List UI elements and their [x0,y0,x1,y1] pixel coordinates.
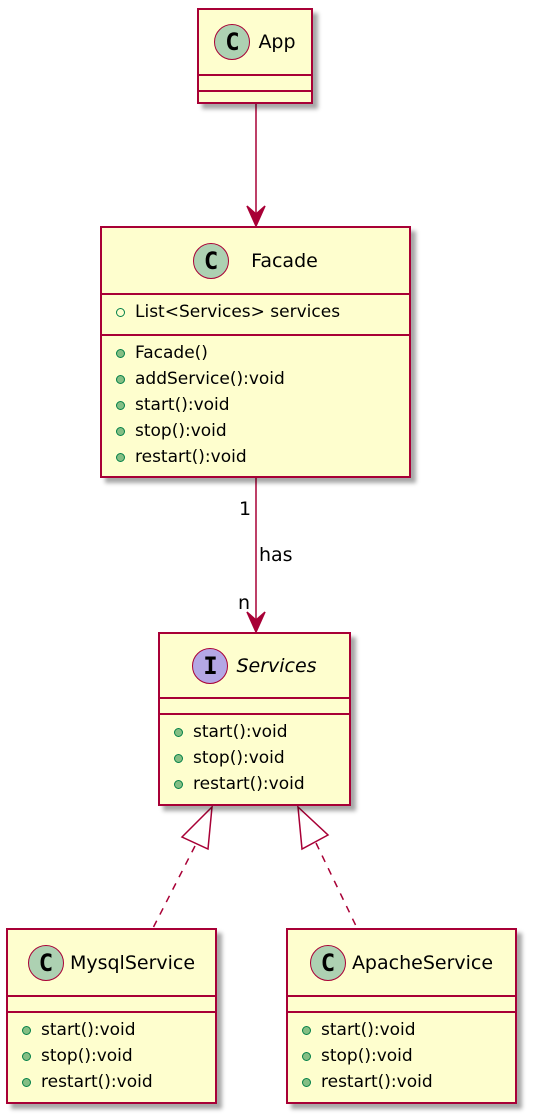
public-method-icon [302,1077,311,1087]
public-method-icon [302,1051,311,1061]
attributes-section [160,699,349,715]
method: stop():void [22,1043,215,1069]
method: restart():void [174,771,349,797]
attributes-section: List<Services> services [102,295,409,336]
methods-section: start():void stop():void restart():void [8,1013,215,1099]
method: start():void [174,719,349,745]
class-header: I Services [160,634,349,699]
class-header: C App [199,10,311,76]
method: start():void [116,392,409,418]
interface-name: Services [236,654,317,677]
relation-label: has [259,544,293,566]
public-method-icon [116,374,125,384]
multiplicity-to: n [238,592,251,614]
class-name: MysqlService [69,951,196,974]
interface-badge-icon: I [192,647,229,684]
class-badge-icon: C [27,944,64,981]
multiplicity-from: 1 [239,498,252,520]
class-facade[interactable]: C Facade List<Services> services Facade(… [100,226,411,478]
public-method-icon [116,400,125,410]
public-method-icon [22,1077,31,1087]
methods-section: Facade() addService():void start():void … [102,336,409,474]
method: Facade() [116,340,409,366]
method: stop():void [116,418,409,444]
attributes-section [199,76,311,92]
uml-class-diagram: 1 has n C App C Facade List<Services> se… [0,0,534,1114]
method: stop():void [302,1043,515,1069]
method: restart():void [22,1069,215,1095]
method: stop():void [174,745,349,771]
edge-mysql-realizes-services [152,804,213,929]
class-name: ApacheService [351,951,494,974]
class-mysql-service[interactable]: C MysqlService start():void stop():void … [6,928,217,1104]
public-method-icon [174,727,183,737]
public-method-icon [116,426,125,436]
interface-services[interactable]: I Services start():void stop():void rest… [158,632,351,806]
method: addService():void [116,366,409,392]
class-badge-icon: C [309,944,346,981]
class-apache-service[interactable]: C ApacheService start():void stop():void… [286,928,517,1104]
attributes-section [8,997,215,1013]
class-name: Facade [251,249,318,272]
method: restart():void [116,444,409,470]
public-method-icon [302,1025,311,1035]
class-header: C Facade [102,228,409,295]
methods-section: start():void stop():void restart():void [288,1013,515,1099]
class-header: C ApacheService [288,930,515,997]
methods-section [199,92,311,104]
edge-app-facade [246,103,266,228]
public-method-icon [174,753,183,763]
public-field-icon [116,307,125,317]
method: restart():void [302,1069,515,1095]
public-method-icon [22,1025,31,1035]
methods-section: start():void stop():void restart():void [160,715,349,801]
class-badge-icon: C [193,242,230,279]
method: start():void [22,1017,215,1043]
method: start():void [302,1017,515,1043]
attribute: List<Services> services [116,299,409,325]
attributes-section [288,997,515,1013]
class-name: App [258,31,296,53]
class-badge-icon: C [214,24,251,60]
edge-apache-realizes-services [297,805,358,929]
public-method-icon [174,779,183,789]
class-app[interactable]: C App [197,8,313,104]
public-method-icon [116,348,125,358]
public-method-icon [22,1051,31,1061]
class-header: C MysqlService [8,930,215,997]
public-method-icon [116,452,125,462]
